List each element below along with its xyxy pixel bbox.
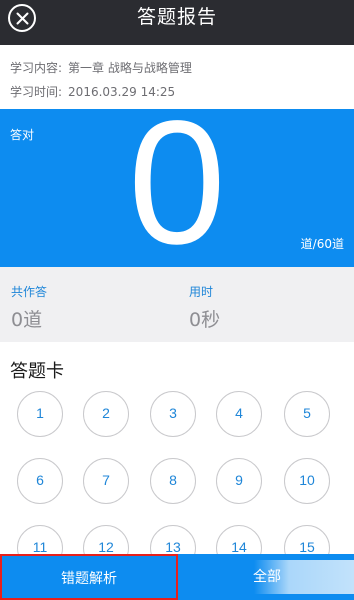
watermark-overlay	[254, 560, 354, 594]
study-content-value: 第一章 战略与战略管理	[68, 61, 192, 75]
question-circle-15[interactable]: 15	[284, 525, 330, 555]
stats-panel: 共作答 0道 用时 0秒	[0, 267, 354, 342]
score-panel: 答对 0 道/60道	[0, 95, 354, 271]
question-circle-9[interactable]: 9	[216, 458, 262, 504]
answered-label: 共作答	[11, 285, 48, 299]
question-circle-13[interactable]: 13	[150, 525, 196, 555]
question-circle-1[interactable]: 1	[17, 391, 63, 437]
question-circle-2[interactable]: 2	[83, 391, 129, 437]
time-used-label: 用时	[189, 285, 214, 299]
wrong-analysis-button[interactable]: 错题解析	[0, 554, 178, 600]
question-circle-14[interactable]: 14	[216, 525, 262, 555]
page-title: 答题报告	[136, 6, 217, 28]
question-circle-6[interactable]: 6	[17, 458, 63, 504]
question-circle-8[interactable]: 8	[150, 458, 196, 504]
question-circle-5[interactable]: 5	[284, 391, 330, 437]
question-circle-3[interactable]: 3	[150, 391, 196, 437]
question-circle-10[interactable]: 10	[284, 458, 330, 504]
question-circle-4[interactable]: 4	[216, 391, 262, 437]
answered-value: 0道	[11, 309, 43, 331]
time-used-value: 0秒	[189, 309, 221, 331]
question-circle-11[interactable]: 11	[17, 525, 63, 555]
answer-card-title: 答题卡	[10, 361, 64, 382]
question-circle-12[interactable]: 12	[83, 525, 129, 555]
study-content-row: 学习内容: 第一章 战略与战略管理	[10, 59, 192, 76]
header-bar: 答题报告	[0, 0, 354, 45]
total-questions: 道/60道	[300, 237, 344, 251]
question-circle-7[interactable]: 7	[83, 458, 129, 504]
answer-card-grid: 1 2 3 4 5 6 7 8 9 10 11 12 13 14 15	[0, 385, 354, 555]
study-content-label: 学习内容:	[10, 61, 63, 75]
